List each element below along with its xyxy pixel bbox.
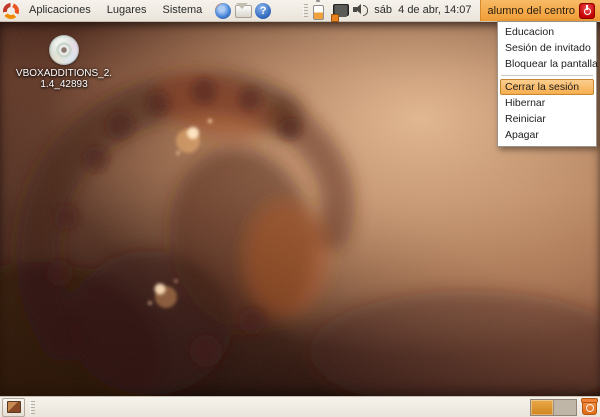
user-switcher-menu[interactable]: alumno del centro xyxy=(480,0,600,21)
firefox-launcher-icon[interactable] xyxy=(215,3,231,19)
show-desktop-icon xyxy=(7,401,21,413)
menu-aplicaciones[interactable]: Aplicaciones xyxy=(21,0,99,21)
menu-item-educacion[interactable]: Educacion xyxy=(498,24,596,40)
user-menu-label: alumno del centro xyxy=(488,5,575,17)
panel-grip-handle[interactable] xyxy=(303,4,308,17)
show-desktop-button[interactable] xyxy=(2,398,25,417)
cd-rom-icon xyxy=(49,35,79,65)
battery-icon xyxy=(313,5,324,20)
user-session-dropdown: Educacion Sesión de invitado Bloquear la… xyxy=(497,21,597,147)
power-icon xyxy=(579,3,595,19)
speaker-icon xyxy=(353,4,368,17)
desktop-icon-label-line1: VBOXADDITIONS_2. xyxy=(4,68,124,79)
desktop-icon-vboxadditions[interactable]: VBOXADDITIONS_2. 1.4_42893 xyxy=(4,35,124,90)
clock-applet[interactable]: sáb 4 de abr, 14:07 xyxy=(371,0,479,21)
workspace-switcher xyxy=(530,399,577,416)
menu-separator xyxy=(501,75,593,76)
display-icon xyxy=(333,4,349,16)
desktop-icon-label: VBOXADDITIONS_2. 1.4_42893 xyxy=(4,68,124,90)
ubuntu-logo-icon[interactable] xyxy=(3,3,19,19)
trash-icon[interactable] xyxy=(582,399,597,415)
help-launcher-icon[interactable]: ? xyxy=(255,3,271,19)
menu-item-reiniciar[interactable]: Reiniciar xyxy=(498,111,596,127)
bottom-panel-right xyxy=(530,397,600,417)
bottom-panel-left xyxy=(0,397,38,417)
battery-indicator[interactable] xyxy=(313,3,329,19)
menu-item-apagar[interactable]: Apagar xyxy=(498,127,596,143)
menu-sistema[interactable]: Sistema xyxy=(155,0,211,21)
display-indicator[interactable] xyxy=(333,3,349,19)
workspace-2[interactable] xyxy=(553,400,576,415)
menu-lugares[interactable]: Lugares xyxy=(99,0,155,21)
mail-icon xyxy=(235,5,252,18)
menu-item-hibernar[interactable]: Hibernar xyxy=(498,95,596,111)
desktop-icon-label-line2: 1.4_42893 xyxy=(4,79,124,90)
mail-launcher-icon[interactable] xyxy=(235,3,251,19)
top-panel-right: sáb 4 de abr, 14:07 alumno del centro xyxy=(300,0,600,21)
menu-item-bloquear-pantalla[interactable]: Bloquear la pantalla xyxy=(498,56,596,72)
workspace-1-active[interactable] xyxy=(531,400,553,415)
bottom-panel xyxy=(0,396,600,417)
menu-item-cerrar-sesion[interactable]: Cerrar la sesión xyxy=(500,79,594,95)
window-list-grip-handle[interactable] xyxy=(30,401,35,414)
volume-indicator[interactable] xyxy=(353,3,369,19)
menu-item-sesion-invitado[interactable]: Sesión de invitado xyxy=(498,40,596,56)
top-panel: Aplicaciones Lugares Sistema ? sáb 4 de … xyxy=(0,0,600,22)
top-panel-left: Aplicaciones Lugares Sistema ? xyxy=(0,0,273,21)
gnome-desktop-screen: Aplicaciones Lugares Sistema ? sáb 4 de … xyxy=(0,0,600,417)
